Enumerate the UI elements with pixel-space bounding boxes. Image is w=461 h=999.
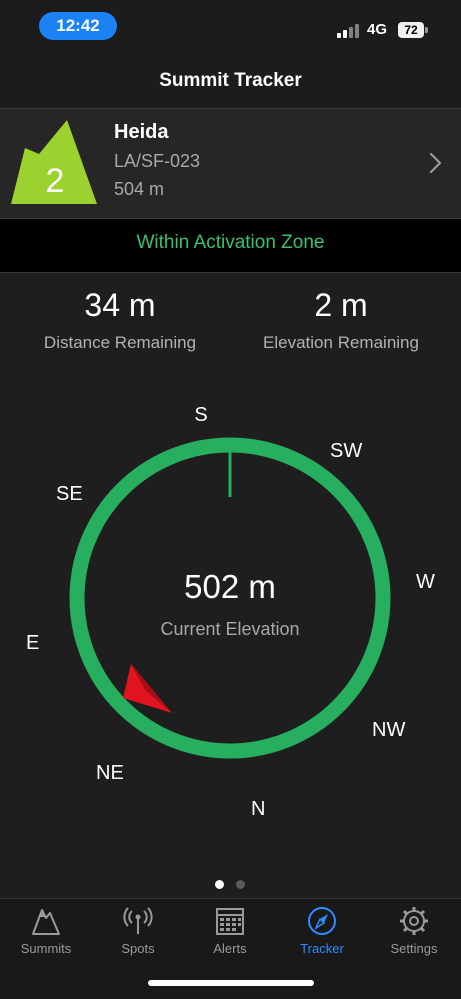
tab-spots[interactable]: Spots bbox=[92, 898, 184, 968]
status-time: 12:42 bbox=[39, 12, 117, 40]
network-type: 4G bbox=[367, 21, 388, 38]
calendar-icon bbox=[216, 908, 244, 935]
cellular-signal-icon bbox=[337, 22, 361, 38]
tab-summits[interactable]: Summits bbox=[0, 898, 92, 968]
home-indicator[interactable] bbox=[148, 980, 314, 986]
distance-remaining-label: Distance Remaining bbox=[43, 333, 197, 352]
zone-status-text: Within Activation Zone bbox=[136, 232, 325, 253]
current-elevation-value: 502 m bbox=[184, 568, 276, 605]
chevron-right-icon[interactable] bbox=[429, 152, 443, 174]
direction-sw: SW bbox=[330, 440, 363, 462]
tab-settings[interactable]: Settings bbox=[368, 898, 460, 968]
gear-icon bbox=[400, 907, 428, 935]
current-elevation-label: Current Elevation bbox=[160, 619, 300, 639]
page-dot-active[interactable] bbox=[215, 880, 224, 889]
summit-reference: LA/SF-023 bbox=[114, 151, 201, 171]
battery-cap bbox=[425, 27, 428, 33]
summit-name: Heida bbox=[114, 121, 169, 143]
compass-icon bbox=[308, 907, 336, 935]
direction-nw: NW bbox=[372, 719, 406, 741]
elevation-remaining-value: 2 m bbox=[314, 287, 368, 323]
direction-se: SE bbox=[56, 483, 83, 505]
direction-n: N bbox=[251, 798, 266, 820]
battery-level: 72 bbox=[404, 23, 418, 37]
page-dot[interactable] bbox=[236, 880, 245, 889]
compass bbox=[69, 437, 391, 759]
summit-points: 2 bbox=[46, 162, 65, 200]
tab-label: Settings bbox=[390, 941, 438, 956]
antenna-icon bbox=[123, 907, 153, 934]
direction-s: S bbox=[194, 404, 208, 426]
tab-alerts[interactable]: Alerts bbox=[184, 898, 276, 968]
summit-points-badge: 2 bbox=[11, 120, 97, 206]
direction-e: E bbox=[26, 632, 40, 654]
tab-label: Spots bbox=[121, 941, 155, 956]
direction-ne: NE bbox=[96, 762, 124, 784]
tab-tracker[interactable]: Tracker bbox=[276, 898, 368, 968]
direction-w: W bbox=[416, 571, 435, 593]
page-title: Summit Tracker bbox=[159, 70, 302, 91]
tab-label: Summits bbox=[20, 941, 72, 956]
tab-label: Alerts bbox=[213, 941, 247, 956]
tab-label: Tracker bbox=[300, 941, 344, 956]
mountain-icon bbox=[32, 909, 60, 935]
elevation-remaining-label: Elevation Remaining bbox=[263, 333, 419, 352]
battery-icon: 72 bbox=[398, 22, 424, 38]
mountain-icon: 2 bbox=[11, 120, 97, 204]
distance-remaining-value: 34 m bbox=[84, 287, 156, 323]
summit-altitude: 504 m bbox=[114, 179, 165, 199]
